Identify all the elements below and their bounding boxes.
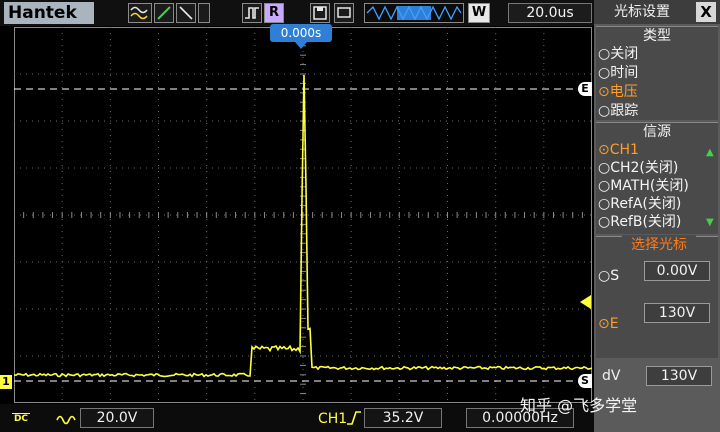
top-status-bar: Hantek R W 20.0us: [0, 0, 594, 26]
trigger-level-marker[interactable]: [580, 295, 591, 309]
cursor-e-value[interactable]: 130V: [644, 303, 710, 323]
radio-icon: ○: [598, 178, 611, 194]
radio-selected-icon: ⊙: [598, 142, 610, 158]
radio-icon: ○: [598, 46, 611, 62]
brand-logo: Hantek: [4, 2, 94, 24]
scroll-up-icon[interactable]: ▲: [706, 147, 714, 158]
radio-selected-icon: ⊙: [598, 84, 610, 100]
run-state-badge[interactable]: R: [264, 3, 284, 23]
trigger-edge-icon[interactable]: [242, 3, 262, 23]
radio-icon: ○: [598, 160, 611, 176]
bottom-status-bar: DC 20.0V CH1 35.2V 0.00000Hz: [0, 404, 594, 432]
coupling-label: DC: [13, 414, 29, 424]
cursor-s-option[interactable]: ○S: [598, 267, 619, 285]
type-option-time[interactable]: ○时间: [598, 64, 638, 82]
radio-icon: ○: [598, 214, 611, 230]
source-group-header: 信源: [643, 124, 671, 140]
cursor-s-marker[interactable]: S: [578, 374, 592, 388]
select-cursor-header: 选择光标: [622, 235, 696, 255]
radio-icon: ○: [598, 65, 611, 81]
rising-edge-icon: [346, 410, 362, 426]
radio-icon: ○: [598, 268, 611, 284]
cursor-s-value[interactable]: 0.00V: [644, 261, 710, 281]
vector-display-icon[interactable]: [154, 3, 174, 23]
display-icon[interactable]: [334, 3, 354, 23]
watermark-text: 知乎 @飞多学堂: [520, 396, 638, 415]
trigger-position-marker[interactable]: 0.000s: [270, 24, 332, 42]
acquire-mode-badge[interactable]: W: [468, 3, 490, 23]
radio-selected-icon: ⊙: [598, 316, 610, 332]
type-option-voltage[interactable]: ⊙电压: [598, 83, 638, 101]
trigger-level-readout[interactable]: 35.2V: [364, 408, 442, 428]
bandwidth-limit-icon: [56, 410, 76, 426]
cursor-e-marker[interactable]: E: [578, 82, 592, 96]
radio-icon: ○: [598, 196, 611, 212]
source-option-math[interactable]: ○MATH(关闭): [598, 177, 689, 195]
cursor-e-option[interactable]: ⊙E: [598, 315, 619, 333]
type-group-header: 类型: [643, 28, 671, 44]
scroll-down-icon[interactable]: ▼: [706, 217, 714, 228]
cursor-settings-menu: 光标设置 X 类型 ○关闭 ○时间 ⊙电压 ○跟踪 信源 ⊙CH1 ○CH2(关…: [594, 0, 720, 432]
oscilloscope-grid: [13, 26, 593, 404]
type-option-off[interactable]: ○关闭: [598, 45, 638, 63]
source-option-ch1[interactable]: ⊙CH1: [598, 141, 639, 159]
source-option-refa[interactable]: ○RefA(关闭): [598, 195, 681, 213]
source-group: 信源 ⊙CH1 ○CH2(关闭) ○MATH(关闭) ○RefA(关闭) ○Re…: [596, 122, 718, 234]
trigger-position-arrow: [295, 42, 307, 49]
trigger-source-label: CH1: [318, 411, 348, 427]
type-group: 类型 ○关闭 ○时间 ⊙电压 ○跟踪: [596, 26, 718, 120]
close-menu-button[interactable]: X: [696, 2, 716, 22]
save-icon[interactable]: [310, 3, 330, 23]
waveform-icon[interactable]: [128, 3, 152, 23]
radio-icon: ○: [598, 103, 611, 119]
memory-depth-indicator: [364, 3, 464, 23]
source-option-refb[interactable]: ○RefB(关闭): [598, 213, 681, 231]
channel1-marker[interactable]: 1: [0, 375, 12, 389]
coupling-icon: DC: [12, 407, 30, 429]
source-option-ch2[interactable]: ○CH2(关闭): [598, 159, 678, 177]
delta-v-value: 130V: [646, 366, 712, 386]
waveform-display[interactable]: [13, 26, 593, 404]
ch1-scale-readout[interactable]: 20.0V: [80, 408, 154, 428]
type-option-track[interactable]: ○跟踪: [598, 102, 638, 120]
select-cursor-group: 选择光标 ○S 0.00V ⊙E 130V: [596, 235, 718, 358]
persist-icon[interactable]: [198, 3, 210, 23]
dots-display-icon[interactable]: [176, 3, 196, 23]
timebase-readout[interactable]: 20.0us: [508, 3, 592, 23]
delta-v-label: dV: [602, 368, 621, 384]
